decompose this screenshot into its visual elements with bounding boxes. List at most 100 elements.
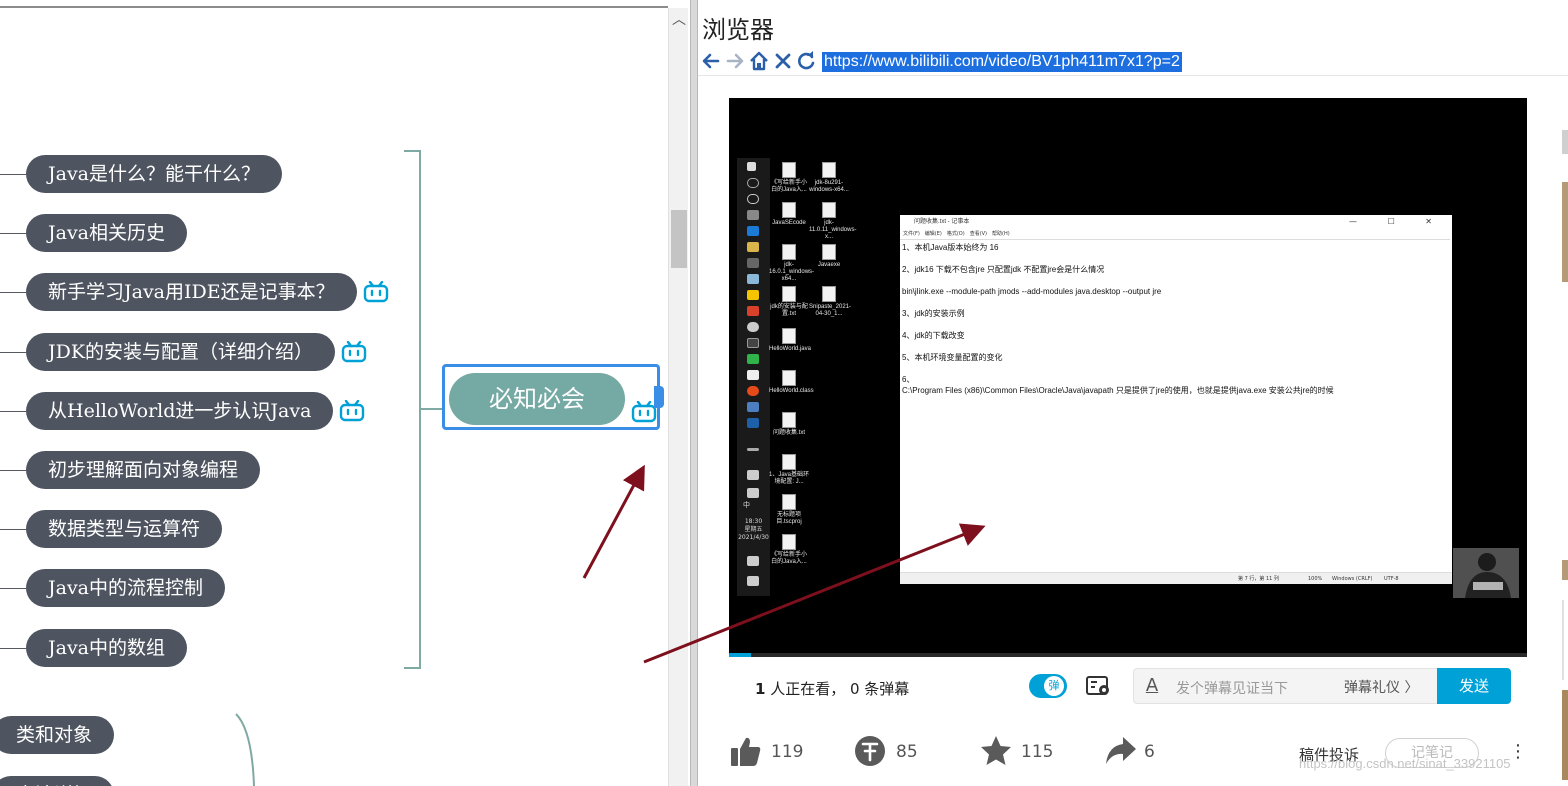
desktop-file-label: JavaSEcode [772,220,806,226]
file-icon [822,202,836,218]
recorded-taskbar: 中 18:30 星期五 2021/4/30 [737,158,770,596]
video-player[interactable]: 中 18:30 星期五 2021/4/30 《写给新手小白的Java入... jd… [729,98,1527,656]
group-connector [235,713,255,786]
pane-splitter[interactable] [690,0,698,786]
notepad-window-controls: — ☐ ✕ [1349,217,1446,226]
notepad-menu-item: 格式(O) [946,231,965,237]
notepad-line [902,319,1450,330]
mindmap-topic[interactable]: Java中的数组 [26,629,188,667]
wechat-icon [747,354,759,364]
back-arrow-icon[interactable] [700,50,722,72]
mindmap-scrollbar[interactable]: ︿ [668,8,688,786]
mindmap-topic[interactable]: Java是什么？能干什么？ [26,155,283,193]
bilibili-link-icon[interactable] [341,341,367,363]
desktop-file-label: Snipaste_2021-04-30_1... [809,304,852,317]
notepad-line [902,253,1450,264]
notepad-line [902,341,1450,352]
file-icon [822,244,836,260]
mindmap-topic[interactable]: 从HelloWorld进一步认识Java [26,392,334,430]
scroll-up-icon[interactable]: ︿ [669,10,689,30]
stop-icon[interactable] [772,50,794,72]
taskbar-clock: 18:30 星期五 2021/4/30 [737,518,770,542]
file-icon [822,162,836,178]
danmaku-input[interactable]: A 发个弹幕见证当下 弹幕礼仪 〉 [1133,668,1439,704]
danmaku-etiquette-link[interactable]: 弹幕礼仪 〉 [1344,677,1418,697]
danmaku-send-button[interactable]: 发送 [1437,668,1511,704]
desktop-file-label: jdk-8u291-windows-x64... [809,180,849,193]
desktop-file-icon: 问题收集.txt [769,412,809,437]
desktop-file-label: 问题收集.txt [772,430,805,436]
coin-count: 85 [896,742,918,762]
mindmap-canvas[interactable]: Java是什么？能干什么？ Java相关历史新手学习Java用IDE还是记事本？ J… [0,0,690,786]
file-icon [782,494,796,510]
topic-bracket [404,150,442,669]
notepad-statusbar: 第 7 行，第 11 列 100% Windows (CRLF) UTF-8 [900,572,1452,584]
central-topic-selection[interactable]: 必知必会 [442,364,660,430]
browser-title: 浏览器 [702,16,774,44]
central-topic[interactable]: 必知必会 [449,373,625,425]
danmaku-style-icon[interactable]: A [1142,675,1162,697]
mindmap-topic[interactable]: 新手学习Java用IDE还是记事本？ [26,273,357,311]
forward-arrow-icon[interactable] [724,50,746,72]
desktop-file-label: 《写给新手小白的Java入... [770,552,807,565]
mindmap-topic[interactable]: Java相关历史 [26,214,188,252]
tray-icon [747,488,759,498]
viewer-label: 人正在看， [765,680,846,698]
bilibili-link-icon[interactable] [363,281,389,303]
viewer-count: 1 [755,680,766,698]
desktop-file-icon: 《写给新手小白的Java入... [769,534,809,566]
edge-icon [747,226,759,236]
app-icon [747,274,759,284]
notepad-encoding: UTF-8 [1384,576,1399,582]
desktop-file-label: Javaexe [817,262,841,268]
node-connector [0,470,26,471]
mindmap-topic[interactable]: 方法详解 [0,776,115,786]
mindmap-topic[interactable]: 类和对象 [0,716,115,754]
notepad-line: 3、jdk的安装示例 [902,309,965,318]
recorded-notepad-window: 问题收集.txt - 记事本 — ☐ ✕ 文件(F) 编辑(E) 格式(O) 查看(V… [900,215,1452,584]
address-bar[interactable]: https://www.bilibili.com/video/BV1ph411m… [822,52,1182,72]
danmaku-count: 0 条弹幕 [850,680,910,698]
desktop-file-label: jdk-16.0.1_windows-x64... [769,262,815,282]
danmaku-bar: 1 人正在看， 0 条弹幕 弹 A 发个弹幕见证当下 弹幕礼仪 〉 发送 [729,660,1527,716]
browser-nav-bar: https://www.bilibili.com/video/BV1ph411m… [698,46,1568,76]
mindmap-topic[interactable]: 初步理解面向对象编程 [26,451,261,489]
desktop-file-icon: 无标题项目.tscproj [769,494,809,526]
bilibili-link-icon[interactable] [339,400,365,422]
mindmap-topic[interactable]: Java中的流程控制 [26,569,226,607]
webcam-figure [1453,548,1519,598]
viewer-stats: 1 人正在看， 0 条弹幕 [755,678,909,699]
home-icon[interactable] [748,50,770,72]
node-connector [0,529,26,530]
scrollbar-thumb[interactable] [671,210,687,268]
danmaku-toggle[interactable]: 弹 [1029,674,1067,698]
node-connector [0,292,26,293]
refresh-icon[interactable] [795,50,817,72]
topic-expand-handle[interactable] [654,386,664,408]
file-icon [782,454,796,470]
notification-icon [747,576,759,586]
file-icon [782,534,796,550]
node-connector [0,648,26,649]
mindmap-topic[interactable]: 数据类型与运算符 [26,510,223,548]
danmaku-settings-icon[interactable] [1085,674,1111,698]
desktop-file-label: jdk-11.0.11_windows-x... [809,220,857,240]
desktop-file-icon: jdk-16.0.1_windows-x64... [769,244,814,283]
desktop-file-icon: HelloWorld.java [769,328,811,353]
mindmap-topic[interactable]: JDK的安装与配置（详细介绍） [26,333,336,371]
desktop-file-icon: jdk的安装与配置.txt [769,286,809,318]
node-connector [0,233,26,234]
desktop-file-label: HelloWorld.class [769,388,814,394]
file-icon [822,286,836,302]
desktop-file-icon: HelloWorld.class [769,370,814,395]
share-count: 6 [1144,742,1155,762]
notepad-menu-item: 帮助(H) [992,231,1010,237]
video-progress-fill [729,653,752,657]
folder-icon [747,242,759,252]
node-connector [0,352,26,353]
video-progress-bar[interactable] [729,653,1527,657]
typora-icon [747,370,759,380]
favorite-count: 115 [1021,742,1054,762]
terminal-icon [747,258,759,268]
desktop-file-label: HelloWorld.java [769,346,811,352]
